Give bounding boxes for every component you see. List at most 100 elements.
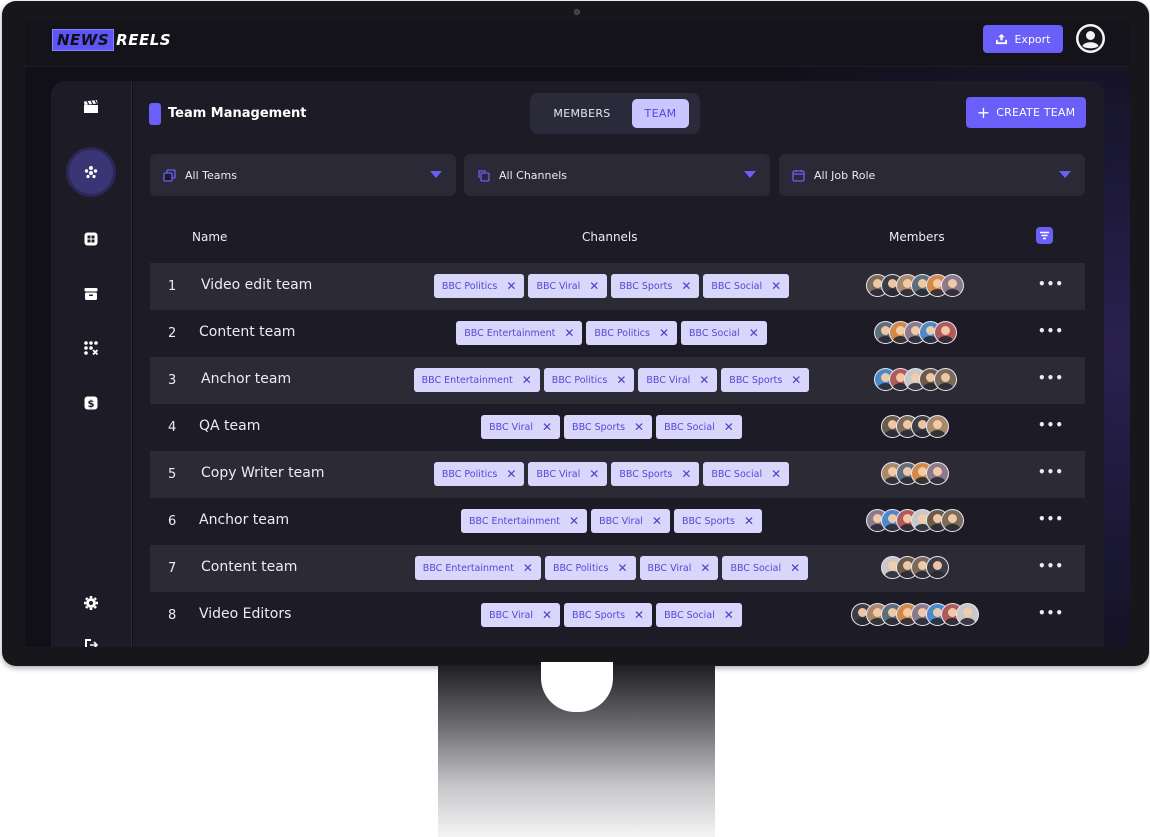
close-icon[interactable]: ✕ xyxy=(652,514,662,528)
logout-icon[interactable] xyxy=(77,631,105,647)
channel-chip[interactable]: BBC Entertainment ✕ xyxy=(414,556,541,580)
channel-chip[interactable]: BBC Social ✕ xyxy=(703,274,790,298)
close-icon[interactable]: ✕ xyxy=(523,561,533,575)
more-options-icon[interactable]: ••• xyxy=(1038,606,1064,620)
close-icon[interactable]: ✕ xyxy=(542,608,552,622)
channel-chip[interactable]: BBC Social ✕ xyxy=(656,415,742,439)
channel-chip[interactable]: BBC Politics ✕ xyxy=(543,368,635,392)
team-name[interactable]: QA team xyxy=(199,418,260,434)
channel-chip[interactable]: BBC Politics ✕ xyxy=(544,556,636,580)
channel-chip[interactable]: BBC Social ✕ xyxy=(656,603,742,627)
channel-chip[interactable]: BBC Viral ✕ xyxy=(639,556,719,580)
close-icon[interactable]: ✕ xyxy=(681,279,691,293)
team-name[interactable]: Anchor team xyxy=(201,371,291,387)
team-icon[interactable] xyxy=(69,150,113,194)
more-options-icon[interactable]: ••• xyxy=(1038,465,1064,479)
team-name[interactable]: Anchor team xyxy=(199,512,289,528)
member-avatars[interactable] xyxy=(840,603,990,626)
channel-chip[interactable]: BBC Social ✕ xyxy=(722,556,809,580)
channel-chip[interactable]: BBC Entertainment ✕ xyxy=(456,321,583,345)
close-icon[interactable]: ✕ xyxy=(659,326,669,340)
channel-chip[interactable]: BBC Politics ✕ xyxy=(433,274,525,298)
close-icon[interactable]: ✕ xyxy=(724,608,734,622)
team-name[interactable]: Content team xyxy=(201,559,297,575)
table-row[interactable]: 4 QA team BBC Viral ✕ BBC Sports ✕ BBC Social ✕… xyxy=(150,404,1085,451)
close-icon[interactable]: ✕ xyxy=(749,326,759,340)
teams-filter-dropdown[interactable]: All Teams xyxy=(150,154,456,196)
close-icon[interactable]: ✕ xyxy=(506,279,516,293)
settings-icon[interactable] xyxy=(77,589,105,617)
close-icon[interactable]: ✕ xyxy=(744,514,754,528)
close-icon[interactable]: ✕ xyxy=(634,420,644,434)
member-avatars[interactable] xyxy=(840,321,990,344)
channels-filter-dropdown[interactable]: All Channels xyxy=(464,154,770,196)
close-icon[interactable]: ✕ xyxy=(542,420,552,434)
create-team-button[interactable]: + CREATE TEAM xyxy=(966,97,1086,128)
more-options-icon[interactable]: ••• xyxy=(1038,277,1064,291)
channel-chip[interactable]: BBC Social ✕ xyxy=(703,462,790,486)
close-icon[interactable]: ✕ xyxy=(617,561,627,575)
channel-chip[interactable]: BBC Sports ✕ xyxy=(721,368,810,392)
grid-icon[interactable] xyxy=(77,225,105,253)
tab-team[interactable]: TEAM xyxy=(632,99,689,128)
channel-chip[interactable]: BBC Entertainment ✕ xyxy=(460,509,588,533)
channel-chip[interactable]: BBC Sports ✕ xyxy=(564,415,653,439)
close-icon[interactable]: ✕ xyxy=(569,514,579,528)
close-icon[interactable]: ✕ xyxy=(791,373,801,387)
close-icon[interactable]: ✕ xyxy=(589,279,599,293)
header-name[interactable]: Name xyxy=(192,230,227,244)
team-name[interactable]: Content team xyxy=(199,324,295,340)
close-icon[interactable]: ✕ xyxy=(589,467,599,481)
close-icon[interactable]: ✕ xyxy=(634,608,644,622)
table-row[interactable]: 8 Video Editors BBC Viral ✕ BBC Sports ✕ BBC S… xyxy=(150,592,1085,639)
close-icon[interactable]: ✕ xyxy=(522,373,532,387)
close-icon[interactable]: ✕ xyxy=(724,420,734,434)
table-row[interactable]: 1 Video edit team BBC Politics ✕ BBC Viral ✕ B… xyxy=(150,263,1085,310)
tab-members[interactable]: MEMBERS xyxy=(536,99,628,128)
channel-chip[interactable]: BBC Entertainment ✕ xyxy=(413,368,540,392)
member-avatars[interactable] xyxy=(840,509,990,532)
channel-chip[interactable]: BBC Politics ✕ xyxy=(586,321,677,345)
job-role-filter-dropdown[interactable]: All Job Role xyxy=(779,154,1085,196)
table-row[interactable]: 6 Anchor team BBC Entertainment ✕ BBC Viral ✕… xyxy=(150,498,1085,545)
archive-icon[interactable] xyxy=(77,280,105,308)
channel-chip[interactable]: BBC Sports ✕ xyxy=(611,462,700,486)
more-options-icon[interactable]: ••• xyxy=(1038,371,1064,385)
header-channels[interactable]: Channels xyxy=(582,230,638,244)
channel-chip[interactable]: BBC Sports ✕ xyxy=(611,274,700,298)
user-profile-icon[interactable] xyxy=(1076,24,1105,53)
member-avatars[interactable] xyxy=(840,462,990,485)
app-logo[interactable]: NEWS REELS xyxy=(52,29,171,51)
clapperboard-icon[interactable] xyxy=(77,93,105,121)
close-icon[interactable]: ✕ xyxy=(700,561,710,575)
team-name[interactable]: Video edit team xyxy=(201,277,312,293)
close-icon[interactable]: ✕ xyxy=(506,467,516,481)
more-options-icon[interactable]: ••• xyxy=(1038,512,1064,526)
channel-chip[interactable]: BBC Viral ✕ xyxy=(528,274,608,298)
member-avatars[interactable] xyxy=(840,556,990,579)
team-name[interactable]: Video Editors xyxy=(199,606,291,622)
channel-chip[interactable]: BBC Viral ✕ xyxy=(481,415,561,439)
close-icon[interactable]: ✕ xyxy=(790,561,800,575)
close-icon[interactable]: ✕ xyxy=(616,373,626,387)
channel-chip[interactable]: BBC Politics ✕ xyxy=(433,462,525,486)
channel-chip[interactable]: BBC Viral ✕ xyxy=(591,509,670,533)
member-avatars[interactable] xyxy=(840,274,990,297)
channel-chip[interactable]: BBC Sports ✕ xyxy=(564,603,653,627)
apps-icon[interactable] xyxy=(77,334,105,362)
filter-icon[interactable] xyxy=(1036,227,1053,244)
more-options-icon[interactable]: ••• xyxy=(1038,559,1064,573)
channel-chip[interactable]: BBC Viral ✕ xyxy=(638,368,718,392)
member-avatars[interactable] xyxy=(840,415,990,438)
channel-chip[interactable]: BBC Viral ✕ xyxy=(481,603,561,627)
header-members[interactable]: Members xyxy=(889,230,945,244)
close-icon[interactable]: ✕ xyxy=(771,467,781,481)
channel-chip[interactable]: BBC Sports ✕ xyxy=(673,509,763,533)
close-icon[interactable]: ✕ xyxy=(699,373,709,387)
close-icon[interactable]: ✕ xyxy=(771,279,781,293)
table-row[interactable]: 3 Anchor team BBC Entertainment ✕ BBC Politi… xyxy=(150,357,1085,404)
team-name[interactable]: Copy Writer team xyxy=(201,465,324,481)
channel-chip[interactable]: BBC Social ✕ xyxy=(681,321,767,345)
more-options-icon[interactable]: ••• xyxy=(1038,418,1064,432)
close-icon[interactable]: ✕ xyxy=(564,326,574,340)
